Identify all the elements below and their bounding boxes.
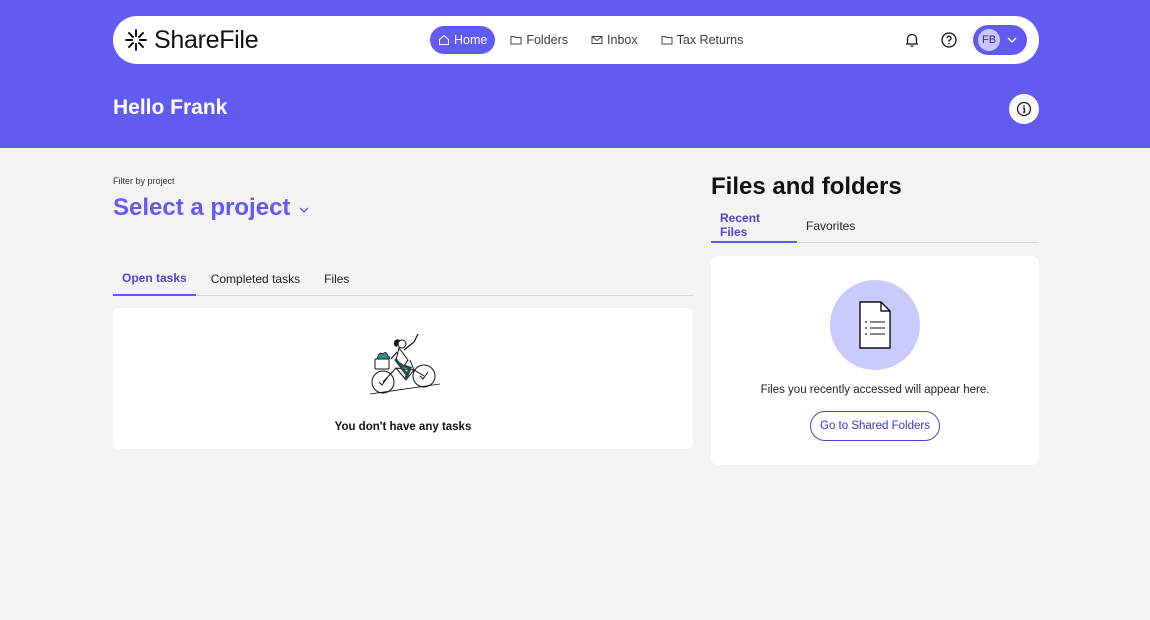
nav-tax-returns[interactable]: Tax Returns	[653, 26, 752, 54]
avatar: FB	[978, 29, 1000, 51]
tab-open-tasks[interactable]: Open tasks	[113, 262, 196, 296]
info-icon	[1016, 101, 1032, 117]
page-greeting: Hello Frank	[113, 96, 228, 119]
nav-folders[interactable]: Folders	[502, 26, 576, 54]
files-tabs: Recent Files Favorites	[711, 209, 1039, 243]
chevron-down-icon	[1007, 37, 1017, 43]
files-panel: Files you recently accessed will appear …	[711, 256, 1039, 465]
tasks-tabs: Open tasks Completed tasks Files	[113, 262, 693, 296]
mail-icon	[591, 36, 603, 44]
nav-tax-returns-label: Tax Returns	[676, 33, 744, 47]
main-nav: Home Folders Inbox Tax Returns	[430, 26, 758, 54]
help-button[interactable]	[936, 27, 962, 53]
cyclist-illustration	[369, 333, 441, 395]
nav-folders-label: Folders	[526, 33, 569, 47]
go-to-shared-folders-button[interactable]: Go to Shared Folders	[810, 411, 940, 441]
project-select-text: Select a project	[113, 194, 291, 221]
account-menu-button[interactable]: FB	[973, 25, 1027, 55]
files-section-title: Files and folders	[711, 173, 902, 200]
help-icon	[941, 32, 957, 48]
top-navbar: ShareFile Home Folders Inbox Tax Returns…	[113, 16, 1039, 64]
nav-actions: FB	[899, 24, 1027, 56]
chevron-down-icon	[299, 207, 309, 213]
empty-tasks-message: You don't have any tasks	[334, 421, 472, 433]
nav-home-label: Home	[454, 33, 488, 47]
document-icon	[859, 301, 891, 349]
brand-name: ShareFile	[154, 25, 259, 54]
notifications-button[interactable]	[899, 27, 925, 53]
sharefile-logo-icon	[125, 29, 147, 51]
document-illustration	[830, 280, 920, 370]
info-button[interactable]	[1009, 94, 1039, 124]
filter-label: Filter by project	[113, 176, 175, 186]
folder-icon	[510, 36, 522, 45]
home-icon	[439, 34, 449, 45]
empty-files-message: Files you recently accessed will appear …	[760, 384, 990, 396]
folder-icon	[661, 36, 673, 45]
project-select[interactable]: Select a project	[113, 194, 310, 222]
tab-files[interactable]: Files	[315, 262, 358, 296]
nav-home[interactable]: Home	[430, 26, 496, 54]
tab-recent-files[interactable]: Recent Files	[711, 209, 797, 243]
tab-completed-tasks[interactable]: Completed tasks	[202, 262, 309, 296]
tasks-panel: You don't have any tasks	[113, 308, 693, 449]
bell-icon	[906, 33, 918, 47]
nav-inbox[interactable]: Inbox	[583, 26, 646, 54]
nav-inbox-label: Inbox	[607, 33, 638, 47]
tab-favorites[interactable]: Favorites	[797, 209, 864, 243]
sharefile-logo[interactable]: ShareFile	[124, 25, 259, 54]
